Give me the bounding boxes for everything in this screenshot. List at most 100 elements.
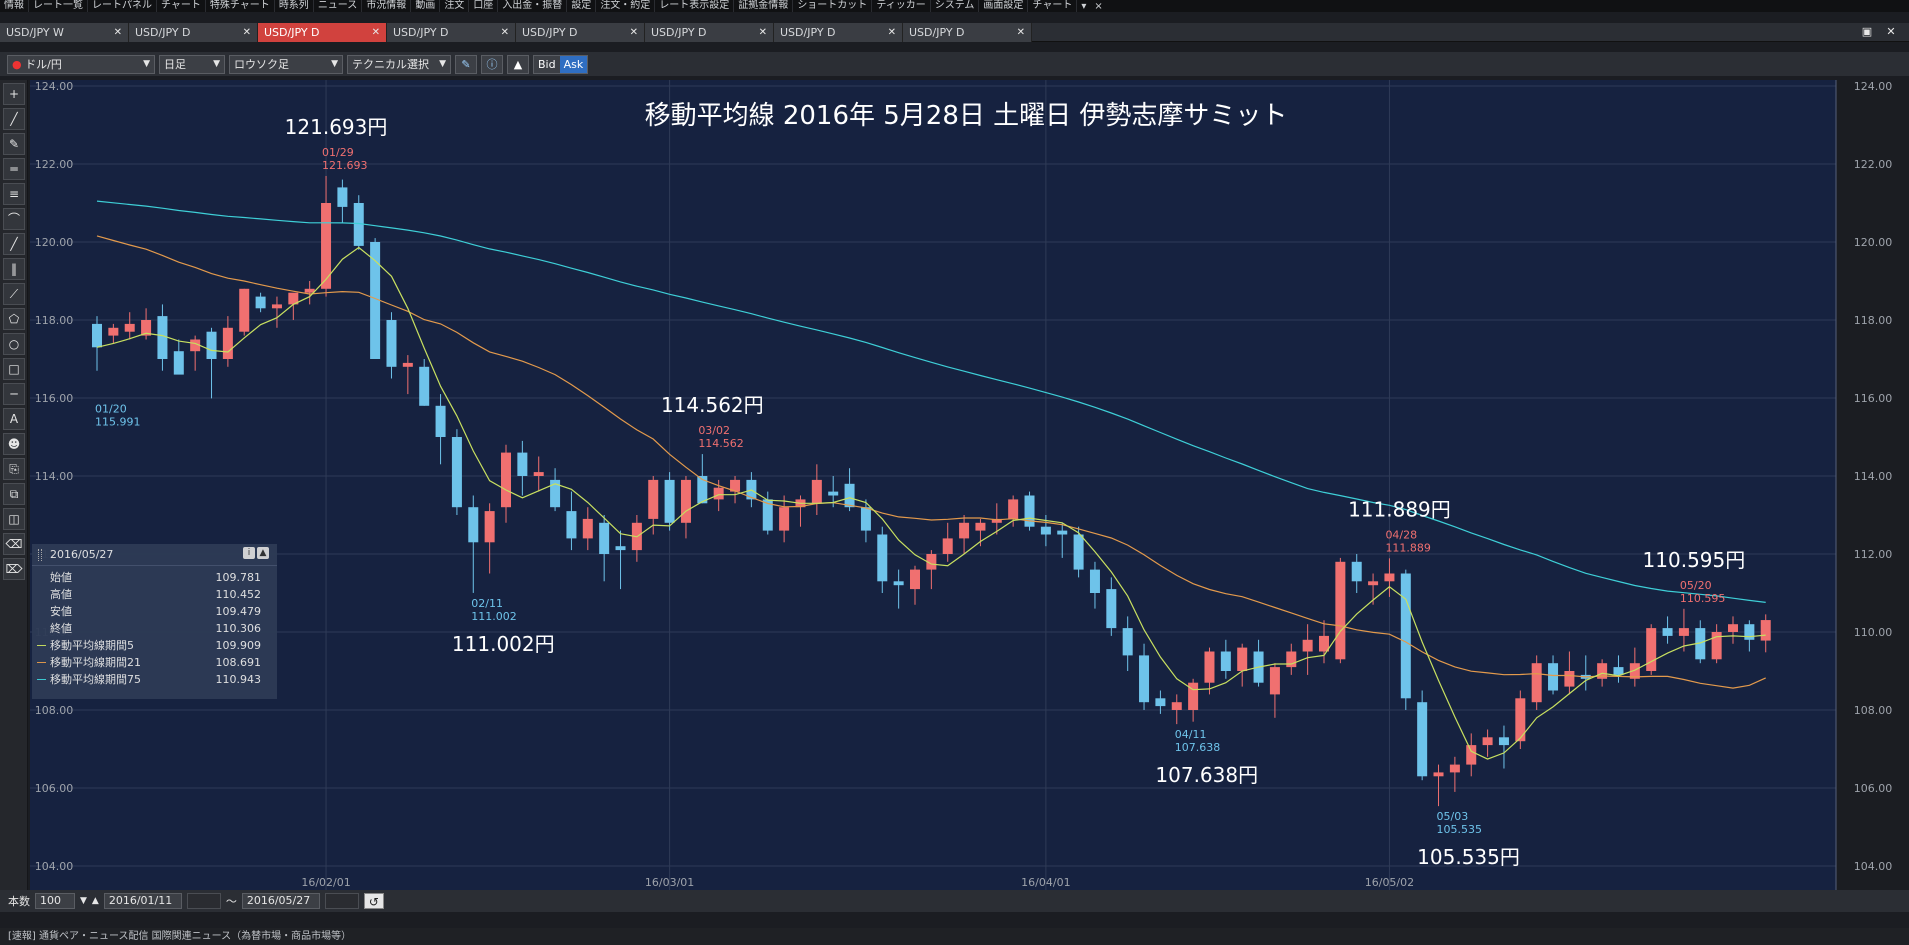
candle-body[interactable] bbox=[1122, 628, 1133, 656]
menu-item[interactable]: ショートカット bbox=[793, 0, 873, 12]
menu-item[interactable]: 注文 bbox=[440, 0, 470, 12]
from-date-input[interactable]: 2016/01/11 bbox=[103, 893, 182, 909]
ask-option[interactable]: Ask bbox=[559, 55, 588, 73]
data-window-header[interactable]: 2016/05/27 i ▲ bbox=[32, 544, 277, 566]
candle-body[interactable] bbox=[779, 507, 790, 531]
menu-item[interactable]: 画面設定 bbox=[979, 0, 1029, 12]
candle-body[interactable] bbox=[1760, 620, 1771, 641]
candle-body[interactable] bbox=[664, 479, 675, 523]
candle-body[interactable] bbox=[517, 452, 528, 476]
candle-body[interactable] bbox=[1662, 628, 1673, 636]
to-time-input[interactable] bbox=[324, 893, 359, 909]
candle-body[interactable] bbox=[844, 483, 855, 508]
candle-body[interactable] bbox=[1400, 573, 1411, 699]
candle-body[interactable] bbox=[1433, 772, 1444, 777]
candle-body[interactable] bbox=[1319, 635, 1329, 652]
candle-body[interactable] bbox=[1008, 499, 1019, 519]
candle-body[interactable] bbox=[402, 362, 413, 367]
candle-body[interactable] bbox=[1384, 573, 1395, 582]
candle-body[interactable] bbox=[271, 304, 282, 309]
period-select[interactable]: 日足 ▼ bbox=[159, 54, 225, 74]
menu-item[interactable]: 証拠金情報 bbox=[734, 0, 794, 12]
clone-icon[interactable]: ⧉ bbox=[3, 483, 25, 505]
info-icon[interactable]: i bbox=[243, 547, 255, 559]
candle-body[interactable] bbox=[1449, 764, 1460, 773]
candle-body[interactable] bbox=[680, 479, 691, 523]
candle-body[interactable] bbox=[1237, 647, 1248, 671]
candle-body[interactable] bbox=[1040, 526, 1051, 535]
close-tab-icon[interactable]: ✕ bbox=[630, 23, 638, 42]
news-ticker[interactable]: [速報] 通貨ペア・ニュース配信 国際関連ニュース（為替市場・商品市場等） bbox=[0, 928, 1909, 945]
drag-handle-icon[interactable] bbox=[38, 549, 42, 561]
chart-tab[interactable]: USD/JPY D ✕ bbox=[258, 23, 387, 42]
chart-tab[interactable]: USD/JPY D ✕ bbox=[903, 23, 1032, 42]
close-tab-icon[interactable]: ✕ bbox=[888, 23, 896, 42]
channel-icon[interactable]: ╱ bbox=[3, 233, 25, 255]
candle-body[interactable] bbox=[1269, 667, 1280, 695]
candle-body[interactable] bbox=[1073, 534, 1084, 570]
candle-body[interactable] bbox=[1286, 651, 1297, 668]
candle-body[interactable] bbox=[615, 546, 626, 551]
candle-body[interactable] bbox=[1678, 628, 1689, 636]
candle-body[interactable] bbox=[1515, 698, 1526, 742]
candle-body[interactable] bbox=[92, 323, 102, 348]
bid-ask-toggle[interactable]: Bid Ask bbox=[533, 54, 589, 74]
candle-body[interactable] bbox=[1351, 561, 1362, 582]
close-tab-icon[interactable]: ✕ bbox=[759, 23, 767, 42]
close-tab-icon[interactable]: ✕ bbox=[114, 23, 122, 42]
menu-more-icon[interactable]: ▾ bbox=[1077, 1, 1090, 12]
menu-item[interactable]: 動画 bbox=[411, 0, 441, 12]
candle-body[interactable] bbox=[1024, 495, 1035, 527]
stepper-up-icon[interactable]: ▲ bbox=[92, 896, 99, 906]
menu-item[interactable]: 情報 bbox=[0, 0, 29, 12]
close-tab-icon[interactable]: ✕ bbox=[501, 23, 509, 42]
data-window[interactable]: 2016/05/27 i ▲ 始値 109.781 高値 110.452 安値 109.4… bbox=[32, 544, 277, 699]
pentagon-icon[interactable]: ⬠ bbox=[3, 308, 25, 330]
candle-body[interactable] bbox=[206, 331, 217, 359]
menu-item[interactable]: レート表示設定 bbox=[655, 0, 735, 12]
candle-body[interactable] bbox=[1335, 561, 1346, 660]
close-tab-icon[interactable]: ✕ bbox=[372, 23, 380, 42]
candle-body[interactable] bbox=[648, 479, 659, 519]
candle-body[interactable] bbox=[1466, 745, 1477, 765]
chart-tab[interactable]: USD/JPY D ✕ bbox=[129, 23, 258, 42]
candle-body[interactable] bbox=[108, 327, 119, 336]
vlines-icon[interactable]: ‖ bbox=[3, 258, 25, 280]
from-time-input[interactable] bbox=[186, 893, 221, 909]
menu-item[interactable]: 市況情報 bbox=[362, 0, 412, 12]
candle-body[interactable] bbox=[435, 405, 446, 437]
candle-body[interactable] bbox=[1171, 702, 1182, 710]
candle-body[interactable] bbox=[811, 479, 822, 504]
menu-item[interactable]: レート一覧 bbox=[29, 0, 88, 12]
candle-body[interactable] bbox=[1204, 651, 1215, 683]
info-button[interactable]: ⓘ bbox=[481, 54, 503, 74]
bar-count-input[interactable]: 100 bbox=[35, 893, 75, 909]
candle-body[interactable] bbox=[468, 507, 479, 543]
ruler-icon[interactable]: ✎ bbox=[3, 133, 25, 155]
menu-item[interactable]: レートパネル bbox=[88, 0, 157, 12]
candle-body[interactable] bbox=[1368, 581, 1379, 586]
candle-body[interactable] bbox=[337, 187, 348, 207]
menu-item[interactable]: 設定 bbox=[567, 0, 597, 12]
candle-body[interactable] bbox=[582, 518, 593, 539]
chart-tab[interactable]: USD/JPY D ✕ bbox=[387, 23, 516, 42]
candle-body[interactable] bbox=[1564, 671, 1575, 687]
area-chart-button[interactable]: ▲ bbox=[507, 54, 529, 74]
candle-body[interactable] bbox=[599, 522, 610, 554]
stamp-icon[interactable]: ☻ bbox=[3, 433, 25, 455]
close-window-icon[interactable]: ✕ bbox=[1883, 25, 1899, 39]
text-icon[interactable]: A bbox=[3, 408, 25, 430]
close-tab-icon[interactable]: ✕ bbox=[1017, 23, 1025, 42]
candle-body[interactable] bbox=[910, 569, 920, 590]
menu-item[interactable]: チャート bbox=[1028, 0, 1078, 12]
close-tab-icon[interactable]: ✕ bbox=[243, 23, 251, 42]
candle-body[interactable] bbox=[1482, 737, 1493, 746]
menu-item[interactable]: 特殊チャート bbox=[206, 0, 275, 12]
rectangle-icon[interactable]: □ bbox=[3, 358, 25, 380]
multi-hline-icon[interactable]: ≡ bbox=[3, 183, 25, 205]
lock-icon[interactable]: ◫ bbox=[3, 508, 25, 530]
pen-button[interactable]: ✎ bbox=[455, 54, 477, 74]
candle-body[interactable] bbox=[1302, 639, 1313, 652]
menu-item[interactable]: 入出金・振替 bbox=[498, 0, 568, 12]
menu-item[interactable]: 時系列 bbox=[275, 0, 314, 12]
